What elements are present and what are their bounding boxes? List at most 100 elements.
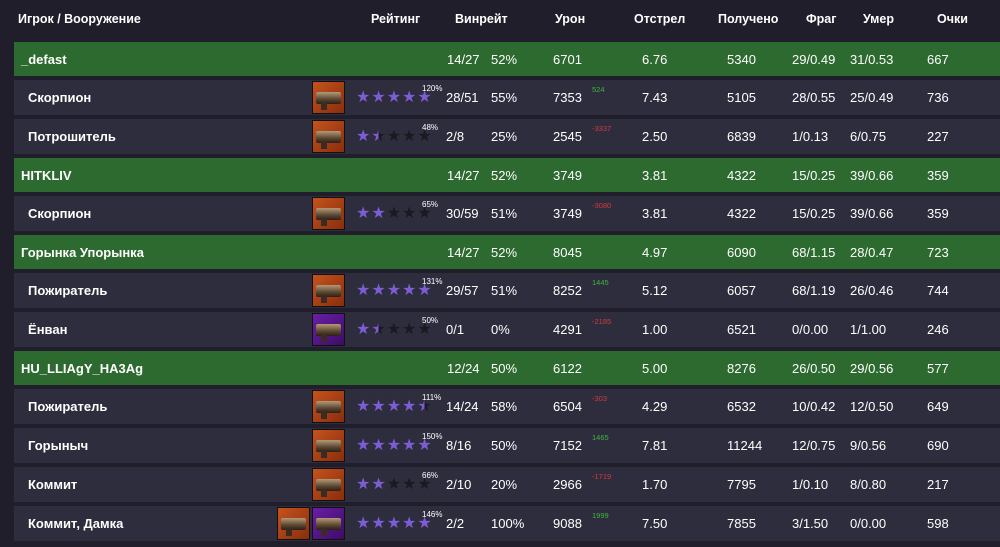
weapon-thumbnails: [312, 81, 345, 114]
weapon-row[interactable]: Скорпион ★ ★ ★ ★ ★ 65% 30/59 51% 3749 -3080 3.81 432…: [14, 196, 1000, 231]
rating-percent: 48%: [422, 123, 439, 132]
wins-count: 14/27: [447, 244, 480, 260]
player-row[interactable]: _defast 14/27 52% 6701 6.76 5340 29/0.49 31/0.5…: [14, 42, 1000, 76]
score-value: 217: [927, 477, 949, 492]
score-value: 577: [927, 360, 949, 376]
star-icon: ★: [356, 204, 371, 222]
died-value: 26/0.46: [850, 283, 894, 298]
header-frag[interactable]: Фраг: [806, 12, 836, 26]
damage-delta: -1719: [592, 472, 612, 481]
header-received[interactable]: Получено: [718, 12, 778, 26]
score-value: 690: [927, 438, 949, 453]
received-value: 8276: [727, 360, 756, 376]
star-icon: ★: [386, 88, 402, 106]
weapon-row[interactable]: Скорпион ★ ★ ★ ★ ★ 120% 28/51 55% 7353 524 7.43 5105…: [14, 80, 1000, 115]
star-icon: ★: [402, 436, 417, 454]
weapon-row[interactable]: Ёнван ★ ★ ★ ★ ★ 50% 0/1 0% 4291 -2185 1.00 6521 0/0.0…: [14, 312, 1000, 347]
star-icon: ★: [356, 127, 371, 145]
score-value: 667: [927, 51, 949, 67]
star-icon: ★: [371, 88, 386, 106]
player-row[interactable]: HU_LLIAgY_HA3Ag 12/24 50% 6122 5.00 8276 26/0.…: [14, 351, 1000, 385]
weapon-thumbnails: [312, 390, 345, 423]
header-died[interactable]: Умер: [863, 12, 894, 26]
star-icon: ★: [371, 204, 386, 222]
shot-value: 6.76: [642, 51, 668, 67]
star-icon: ★: [371, 514, 386, 532]
rating-stars: ★ ★ ★ ★ ★: [356, 389, 432, 424]
weapon-row[interactable]: Горыныч ★ ★ ★ ★ ★ 150% 8/16 50% 7152 1465 7.81 11244…: [14, 428, 1000, 463]
weapon-row[interactable]: Коммит, Дамка ★ ★ ★ ★ ★ 146% 2/2 100% 9088 1999 7.5…: [14, 506, 1000, 541]
died-value: 1/1.00: [850, 322, 887, 337]
wins-count: 29/57: [446, 283, 479, 298]
weapon-name: Горыныч: [28, 438, 89, 453]
wins-count: 12/24: [447, 360, 480, 376]
frag-value: 1/0.10: [792, 477, 829, 492]
weapon-thumbnails: [312, 274, 345, 307]
damage-value: 2966: [553, 477, 582, 492]
damage-value: 7353: [553, 90, 582, 105]
rating-stars: ★ ★ ★ ★ ★: [356, 80, 432, 115]
header-shot[interactable]: Отстрел: [634, 12, 685, 26]
received-value: 5340: [727, 51, 756, 67]
weapon-name: Потрошитель: [28, 129, 116, 144]
frag-value: 15/0.25: [792, 167, 836, 183]
received-value: 11244: [727, 438, 763, 453]
shot-value: 4.29: [642, 399, 668, 414]
star-icon: ★: [402, 397, 417, 415]
damage-value: 6122: [553, 360, 582, 376]
damage-delta: 1465: [592, 433, 609, 442]
weapon-row[interactable]: Коммит ★ ★ ★ ★ ★ 66% 2/10 20% 2966 -1719 1.70 7795 1/…: [14, 467, 1000, 502]
damage-value: 3749: [553, 206, 582, 221]
damage-delta: -3337: [592, 124, 612, 133]
header-score[interactable]: Очки: [937, 12, 968, 26]
died-value: 6/0.75: [850, 129, 887, 144]
wins-count: 30/59: [446, 206, 479, 221]
player-row[interactable]: HITKLIV 14/27 52% 3749 3.81 4322 15/0.25 39/0.6…: [14, 158, 1000, 192]
star-icon: ★: [371, 281, 386, 299]
score-value: 227: [927, 129, 949, 144]
died-value: 25/0.49: [850, 90, 894, 105]
rating-stars: ★ ★ ★ ★ ★: [356, 428, 432, 463]
star-icon: ★: [386, 320, 402, 338]
star-icon: ★: [356, 475, 371, 493]
winrate-percent: 25%: [491, 129, 518, 144]
wins-count: 2/10: [446, 477, 472, 492]
star-icon: ★: [371, 320, 386, 338]
star-icon: ★: [402, 88, 417, 106]
weapon-row[interactable]: Потрошитель ★ ★ ★ ★ ★ 48% 2/8 25% 2545 -3337 2.50 68…: [14, 119, 1000, 154]
star-icon: ★: [386, 204, 402, 222]
header-rating[interactable]: Рейтинг: [371, 12, 420, 26]
winrate-percent: 50%: [491, 360, 518, 376]
rating-stars: ★ ★ ★ ★ ★: [356, 467, 432, 502]
damage-value: 2545: [553, 129, 582, 144]
shot-value: 2.50: [642, 129, 668, 144]
header-damage[interactable]: Урон: [555, 12, 585, 26]
weapon-row[interactable]: Пожиратель ★ ★ ★ ★ ★ 111% 14/24 58% 6504 -303 4.29 6…: [14, 389, 1000, 424]
weapon-row[interactable]: Пожиратель ★ ★ ★ ★ ★ 131% 29/57 51% 8252 1445 5.12 6…: [14, 273, 1000, 308]
weapon-thumbnails: [312, 120, 345, 153]
died-value: 8/0.80: [850, 477, 887, 492]
yongwan-icon: [312, 313, 345, 346]
devourer-icon: [312, 274, 345, 307]
shot-value: 7.43: [642, 90, 668, 105]
star-icon: ★: [402, 204, 417, 222]
header-winrate[interactable]: Винрейт: [455, 12, 508, 26]
damage-delta: 1445: [592, 278, 609, 287]
star-icon: ★: [371, 475, 386, 493]
star-icon: ★: [386, 127, 402, 145]
commit-icon: [277, 507, 310, 540]
rating-percent: 131%: [422, 277, 443, 286]
player-row[interactable]: Горынка Упорынка 14/27 52% 8045 4.97 6090 68/1…: [14, 235, 1000, 269]
winrate-percent: 51%: [491, 283, 518, 298]
header-player[interactable]: Игрок / Вооружение: [18, 12, 141, 26]
star-icon: ★: [356, 436, 371, 454]
died-value: 9/0.56: [850, 438, 887, 453]
score-value: 598: [927, 516, 949, 531]
wins-count: 14/27: [447, 167, 480, 183]
player-name: HU_LLIAgY_HA3Ag: [21, 360, 144, 376]
rating-percent: 50%: [422, 316, 439, 325]
shot-value: 7.50: [642, 516, 668, 531]
weapon-name: Скорпион: [28, 90, 92, 105]
star-icon: ★: [356, 397, 371, 415]
ripper-icon: [312, 120, 345, 153]
